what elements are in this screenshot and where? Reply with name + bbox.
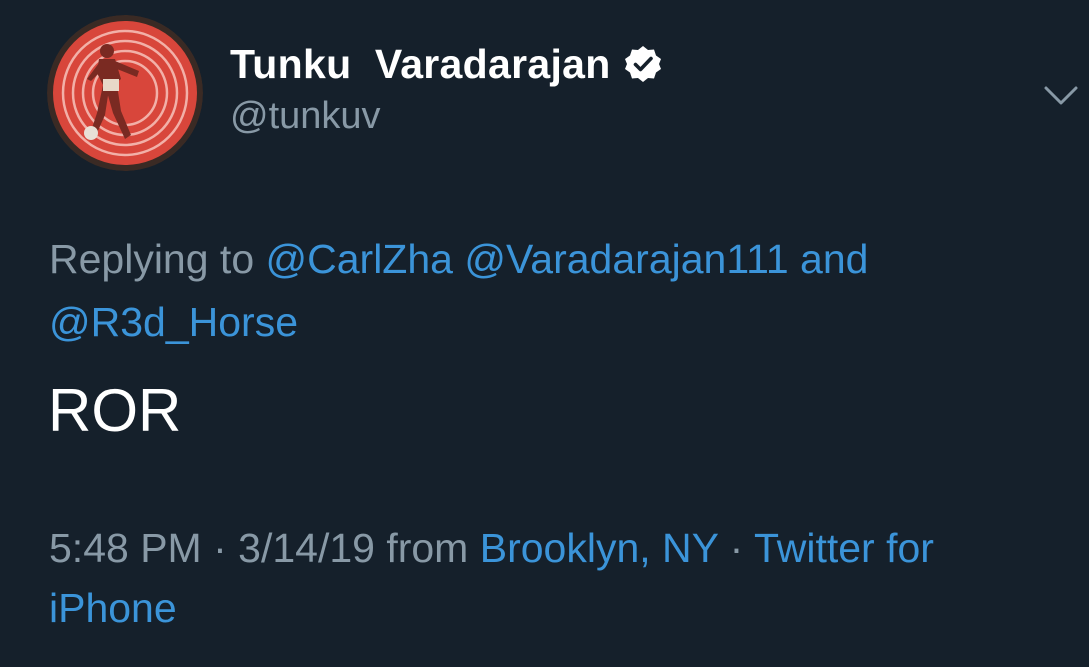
meta-separator: ·	[718, 525, 754, 571]
tweet: Tunku Varadarajan @tunkuv Replying to @C…	[0, 0, 1089, 667]
tweet-time[interactable]: 5:48 PM	[49, 525, 202, 571]
tweet-meta: 5:48 PM · 3/14/19 from Brooklyn, NY · Tw…	[49, 518, 1059, 638]
tweet-date[interactable]: 3/14/19	[238, 525, 375, 571]
avatar[interactable]	[47, 15, 203, 171]
display-name[interactable]: Tunku Varadarajan	[230, 41, 611, 88]
reply-prefix: Replying to	[49, 236, 266, 282]
mention-link[interactable]: @CarlZha	[266, 236, 453, 282]
mention-link[interactable]: @R3d_Horse	[49, 299, 298, 345]
meta-separator: ·	[201, 525, 239, 571]
mention-link[interactable]: @Varadarajan111	[464, 236, 788, 282]
avatar-footballer-image	[47, 15, 203, 171]
chevron-down-icon[interactable]	[1043, 84, 1079, 108]
reply-conjunction: and	[788, 236, 869, 282]
location-link[interactable]: Brooklyn, NY	[480, 525, 719, 571]
meta-from: from	[374, 525, 480, 571]
author-handle[interactable]: @tunkuv	[230, 95, 381, 138]
author-name-row[interactable]: Tunku Varadarajan	[230, 40, 663, 88]
verified-badge-icon	[623, 44, 663, 84]
replying-to-line: Replying to @CarlZha @Varadarajan111 and…	[49, 228, 1009, 354]
tweet-text: ROR	[48, 377, 182, 444]
